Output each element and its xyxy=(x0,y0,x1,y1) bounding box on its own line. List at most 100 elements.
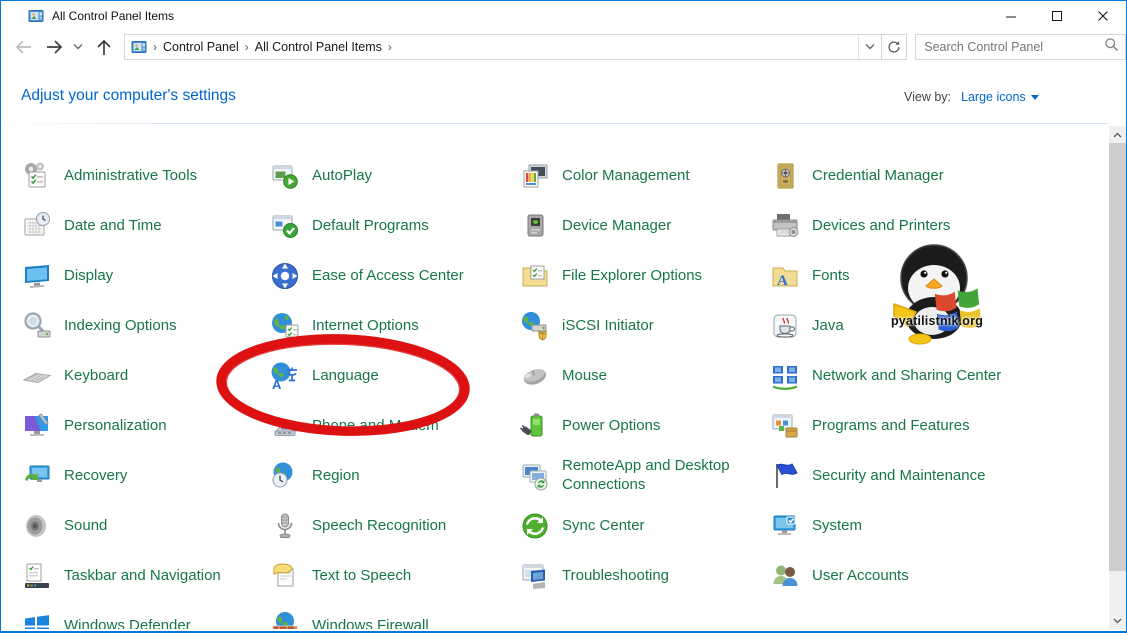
cp-item-label: Region xyxy=(312,467,360,486)
cp-item-label: iSCSI Initiator xyxy=(562,317,654,336)
recent-locations-chevron-icon[interactable] xyxy=(73,43,83,51)
address-dropdown-chevron-icon[interactable] xyxy=(858,35,881,59)
color-management-icon xyxy=(519,160,551,192)
network-sharing-icon xyxy=(769,360,801,392)
security-maintenance-icon xyxy=(769,460,801,492)
device-manager-icon xyxy=(519,210,551,242)
scrollbar-thumb[interactable] xyxy=(1109,143,1126,571)
cp-item-color-management[interactable]: Color Management xyxy=(519,151,769,201)
window-title: All Control Panel Items xyxy=(52,9,174,23)
cp-item-label: System xyxy=(812,517,862,536)
cp-item-region[interactable]: Region xyxy=(269,451,519,501)
cp-item-device-manager[interactable]: Device Manager xyxy=(519,201,769,251)
cp-item-ease-of-access-center[interactable]: Ease of Access Center xyxy=(269,251,519,301)
cp-item-indexing-options[interactable]: Indexing Options xyxy=(21,301,269,351)
cp-item-administrative-tools[interactable]: Administrative Tools xyxy=(21,151,269,201)
fonts-icon: A xyxy=(769,260,801,292)
cp-item-label: Ease of Access Center xyxy=(312,267,464,286)
breadcrumb-separator: › xyxy=(147,40,163,54)
cp-item-label: Programs and Features xyxy=(812,417,970,436)
cp-item-text-to-speech[interactable]: Text to Speech xyxy=(269,551,519,601)
cp-item-troubleshooting[interactable]: Troubleshooting xyxy=(519,551,769,601)
vertical-scrollbar[interactable] xyxy=(1109,126,1126,629)
cp-item-label: File Explorer Options xyxy=(562,267,702,286)
cp-item-remoteapp-and-desktop-connections[interactable]: RemoteApp and Desktop Connections xyxy=(519,451,769,501)
cp-item-credential-manager[interactable]: Credential Manager xyxy=(769,151,1109,201)
cp-item-internet-options[interactable]: Internet Options xyxy=(269,301,519,351)
language-icon: A xyxy=(269,360,301,392)
cp-item-label: Administrative Tools xyxy=(64,167,197,186)
cp-item-label: Device Manager xyxy=(562,217,671,236)
breadcrumb-separator: › xyxy=(239,40,255,54)
scrollbar-up-icon[interactable] xyxy=(1109,126,1126,143)
cp-item-autoplay[interactable]: AutoPlay xyxy=(269,151,519,201)
cp-item-personalization[interactable]: Personalization xyxy=(21,401,269,451)
search-box[interactable] xyxy=(915,34,1126,60)
forward-button[interactable] xyxy=(45,38,64,56)
breadcrumb-all-control-panel-items[interactable]: All Control Panel Items xyxy=(255,40,382,54)
cp-item-label: Credential Manager xyxy=(812,167,944,186)
address-bar[interactable]: › Control Panel › All Control Panel Item… xyxy=(124,34,907,60)
java-icon xyxy=(769,310,801,342)
cp-item-windows-firewall[interactable]: Windows Firewall xyxy=(269,601,519,629)
close-button[interactable] xyxy=(1080,1,1126,31)
cp-item-sound[interactable]: Sound xyxy=(21,501,269,551)
cp-item-programs-and-features[interactable]: Programs and Features xyxy=(769,401,1109,451)
page-title: Adjust your computer's settings xyxy=(21,87,236,105)
maximize-button[interactable] xyxy=(1034,1,1080,31)
breadcrumb-control-panel[interactable]: Control Panel xyxy=(163,40,239,54)
search-input[interactable] xyxy=(916,39,1104,55)
search-icon[interactable] xyxy=(1104,37,1119,57)
keyboard-icon xyxy=(21,360,53,392)
cp-item-label: User Accounts xyxy=(812,567,909,586)
cp-item-mouse[interactable]: Mouse xyxy=(519,351,769,401)
back-button[interactable] xyxy=(14,38,33,56)
cp-item-phone-and-modem[interactable]: Phone and Modem xyxy=(269,401,519,451)
cp-item-system[interactable]: System xyxy=(769,501,1109,551)
cp-item-date-and-time[interactable]: Date and Time xyxy=(21,201,269,251)
cp-item-language[interactable]: A Language xyxy=(269,351,519,401)
svg-text:A: A xyxy=(777,273,788,289)
cp-item-display[interactable]: Display xyxy=(21,251,269,301)
cp-item-speech-recognition[interactable]: Speech Recognition xyxy=(269,501,519,551)
file-explorer-options-icon xyxy=(519,260,551,292)
cp-item-recovery[interactable]: Recovery xyxy=(21,451,269,501)
cp-item-taskbar-and-navigation[interactable]: Taskbar and Navigation xyxy=(21,551,269,601)
minimize-button[interactable] xyxy=(988,1,1034,31)
scrollbar-down-icon[interactable] xyxy=(1109,612,1126,629)
credential-manager-icon xyxy=(769,160,801,192)
cp-item-label: AutoPlay xyxy=(312,167,372,186)
breadcrumb-separator: › xyxy=(382,40,398,54)
region-icon xyxy=(269,460,301,492)
cp-item-label: Sync Center xyxy=(562,517,645,536)
cp-item-default-programs[interactable]: Default Programs xyxy=(269,201,519,251)
cp-item-user-accounts[interactable]: User Accounts xyxy=(769,551,1109,601)
cp-item-label: Devices and Printers xyxy=(812,217,950,236)
cp-item-security-and-maintenance[interactable]: Security and Maintenance xyxy=(769,451,1109,501)
cp-item-windows-defender[interactable]: Windows Defender xyxy=(21,601,269,629)
cp-item-file-explorer-options[interactable]: File Explorer Options xyxy=(519,251,769,301)
cp-item-keyboard[interactable]: Keyboard xyxy=(21,351,269,401)
cp-item-label: Language xyxy=(312,367,379,386)
indexing-options-icon xyxy=(21,310,53,342)
cp-item-label: Display xyxy=(64,267,113,286)
ease-of-access-icon xyxy=(269,260,301,292)
up-button[interactable] xyxy=(95,38,113,57)
sync-center-icon xyxy=(519,510,551,542)
cp-item-network-and-sharing-center[interactable]: Network and Sharing Center xyxy=(769,351,1109,401)
troubleshooting-icon xyxy=(519,560,551,592)
cp-item-power-options[interactable]: Power Options xyxy=(519,401,769,451)
cp-item-label: Windows Firewall xyxy=(312,617,429,629)
personalization-icon xyxy=(21,410,53,442)
windows-firewall-icon xyxy=(269,610,301,629)
cp-item-sync-center[interactable]: Sync Center xyxy=(519,501,769,551)
system-icon xyxy=(769,510,801,542)
user-accounts-icon xyxy=(769,560,801,592)
cp-item-label: Taskbar and Navigation xyxy=(64,567,221,586)
cp-item-label: Default Programs xyxy=(312,217,429,236)
view-by-dropdown[interactable]: Large icons xyxy=(961,90,1039,104)
windows-defender-icon xyxy=(21,610,53,629)
cp-item-label: Troubleshooting xyxy=(562,567,669,586)
refresh-icon[interactable] xyxy=(881,35,906,59)
cp-item-iscsi-initiator[interactable]: iSCSI Initiator xyxy=(519,301,769,351)
